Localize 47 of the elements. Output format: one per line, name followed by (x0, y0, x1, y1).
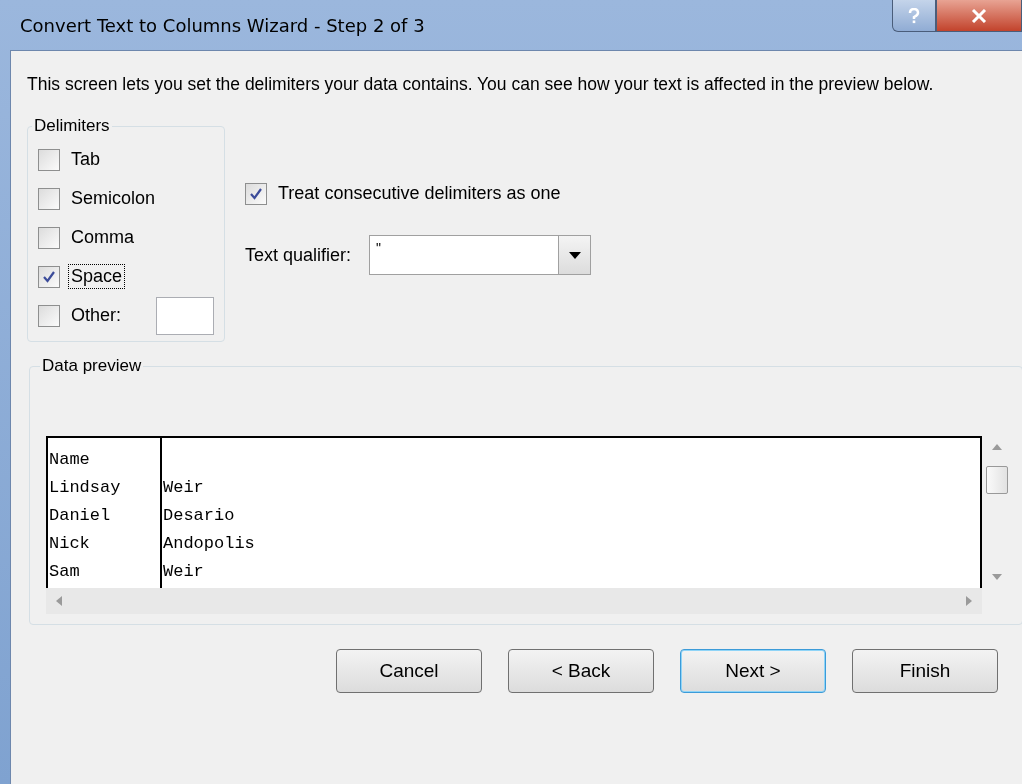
preview-cell-text: Weir (162, 561, 205, 583)
checkbox[interactable] (38, 148, 60, 171)
group-title: Data preview (41, 356, 143, 376)
preview-cell-text: Andopolis (162, 533, 256, 555)
horizontal-scrollbar[interactable] (46, 588, 982, 614)
scroll-right-icon[interactable] (964, 596, 974, 606)
close-icon (971, 8, 987, 23)
checkbox[interactable] (38, 226, 60, 249)
checkbox[interactable] (38, 265, 60, 288)
checkbox[interactable] (38, 304, 60, 327)
check-icon (249, 186, 264, 201)
dialog-button[interactable]: Next > (680, 649, 826, 693)
scroll-up-icon[interactable] (992, 442, 1002, 452)
dialog-button[interactable]: Cancel (336, 649, 482, 693)
group-title: Delimiters (33, 116, 111, 136)
checkbox[interactable] (38, 187, 60, 210)
close-button[interactable] (936, 0, 1022, 32)
caret-icon (568, 251, 581, 259)
window-title: Convert Text to Columns Wizard - Step 2 of 3 (19, 14, 425, 36)
preview-cell-text: Desario (162, 505, 236, 527)
scroll-left-icon[interactable] (54, 596, 64, 606)
dropdown-button[interactable] (558, 236, 591, 274)
check-icon (42, 269, 56, 284)
checkbox-label[interactable]: Tab (68, 147, 104, 172)
preview-cell-text: Lindsay (48, 477, 122, 499)
help-button[interactable] (892, 0, 936, 32)
preview-cell-text: Weir (162, 477, 205, 499)
dropdown-value: " (375, 239, 383, 258)
dialog-button[interactable]: < Back (508, 649, 654, 693)
other-delimiter-field[interactable] (156, 296, 215, 335)
checkbox-label[interactable]: Other: (68, 303, 125, 328)
preview-cell-text: Name (48, 449, 91, 471)
preview-cell-text: Daniel (48, 505, 112, 527)
field-label: Text qualifier: (245, 244, 352, 266)
checkbox-label[interactable]: Treat consecutive delimiters as one (275, 181, 564, 206)
checkbox-label[interactable]: Comma (68, 225, 137, 250)
help-icon (908, 7, 920, 24)
scroll-thumb[interactable] (986, 466, 1008, 494)
preview-cell-text: Sam (48, 561, 81, 583)
preview-cell-text: Nick (48, 533, 91, 555)
checkbox[interactable] (245, 182, 268, 205)
instruction-text: This screen lets you set the delimiters your data contains. You can see how your text is affected in the preview below. (27, 73, 935, 96)
scroll-down-icon[interactable] (992, 572, 1002, 582)
checkbox-label[interactable]: Semicolon (68, 186, 159, 211)
dialog-button[interactable]: Finish (852, 649, 998, 693)
checkbox-label[interactable]: Space (68, 264, 126, 289)
qualifier-dropdown[interactable]: " (369, 235, 592, 275)
